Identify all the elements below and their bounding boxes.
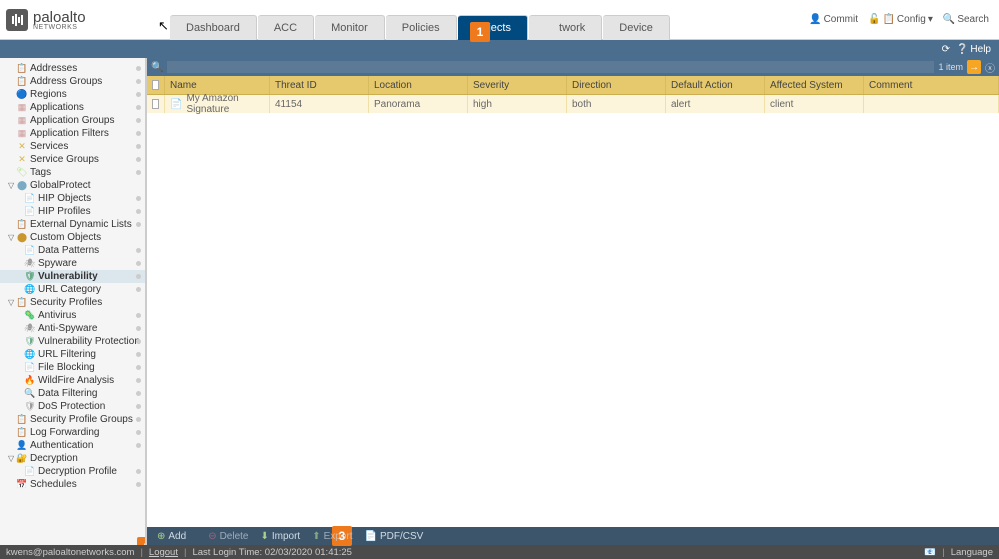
export-button[interactable]: ⬆Export bbox=[312, 531, 352, 542]
tree-item-log-forwarding[interactable]: 📋Log Forwarding bbox=[0, 426, 145, 439]
config-button[interactable]: 🔓📋Config▾ bbox=[868, 14, 933, 25]
tree-item-data-filtering[interactable]: 🔍Data Filtering bbox=[0, 387, 145, 400]
help-button[interactable]: ❔Help bbox=[956, 44, 991, 55]
tree-item-url-filtering[interactable]: 🌐URL Filtering bbox=[0, 348, 145, 361]
filter-input[interactable] bbox=[167, 61, 934, 73]
column-header-direction[interactable]: Direction bbox=[567, 76, 666, 94]
tab-dashboard[interactable]: Dashboard bbox=[170, 15, 257, 40]
cell: alert bbox=[666, 95, 765, 113]
tree-item-hip-objects[interactable]: 📄HIP Objects bbox=[0, 192, 145, 205]
column-header-comment[interactable]: Comment bbox=[864, 76, 999, 94]
status-bar: kwens@paloaltonetworks.com | Logout | La… bbox=[0, 545, 999, 559]
tree-item-authentication[interactable]: 👤Authentication bbox=[0, 439, 145, 452]
refresh-icon[interactable]: ⟳ bbox=[942, 44, 950, 55]
tree-item-service-groups[interactable]: ✕Service Groups bbox=[0, 153, 145, 166]
tree-item-anti-spyware[interactable]: 🕷Anti-Spyware bbox=[0, 322, 145, 335]
tree-item-services[interactable]: ✕Services bbox=[0, 140, 145, 153]
cell: 41154 bbox=[270, 95, 369, 113]
import-button[interactable]: ⬇Import bbox=[260, 531, 300, 542]
tree-item-wildfire-analysis[interactable]: 🔥WildFire Analysis bbox=[0, 374, 145, 387]
cell: client bbox=[765, 95, 864, 113]
tree-item-custom-objects[interactable]: ▽⬤Custom Objects bbox=[0, 231, 145, 244]
cell: 📄 My Amazon Signature bbox=[165, 95, 270, 113]
tree-item-globalprotect[interactable]: ▽⬤GlobalProtect bbox=[0, 179, 145, 192]
annotation-badge-1: 1 bbox=[470, 22, 490, 42]
table-row[interactable]: 📄 My Amazon Signature41154Panoramahighbo… bbox=[147, 95, 999, 113]
search-icon: 🔍 bbox=[151, 62, 163, 73]
column-header-name[interactable]: Name bbox=[165, 76, 270, 94]
tab-policies[interactable]: Policies bbox=[386, 15, 457, 40]
column-header-location[interactable]: Location bbox=[369, 76, 468, 94]
pdf-csv-button[interactable]: 📄PDF/CSV bbox=[365, 531, 424, 542]
tree-item-applications[interactable]: ▦Applications bbox=[0, 101, 145, 114]
filter-clear-icon[interactable]: ⓧ bbox=[985, 60, 995, 75]
tree-item-data-patterns[interactable]: 📄Data Patterns bbox=[0, 244, 145, 257]
tree-item-schedules[interactable]: 📅Schedules bbox=[0, 478, 145, 491]
tree-item-url-category[interactable]: 🌐URL Category bbox=[0, 283, 145, 296]
tree-item-spyware[interactable]: 🕷Spyware bbox=[0, 257, 145, 270]
status-login-time: Last Login Time: 02/03/2020 01:41:25 bbox=[192, 547, 352, 558]
tab-monitor[interactable]: Monitor bbox=[315, 15, 385, 40]
logout-link[interactable]: Logout bbox=[149, 547, 178, 558]
column-header-affected-system[interactable]: Affected System bbox=[765, 76, 864, 94]
tab-objects[interactable]: Objects bbox=[458, 15, 528, 40]
add-button[interactable]: ⊕Add bbox=[157, 531, 186, 542]
item-count: 1 item bbox=[938, 62, 963, 72]
column-header-default-action[interactable]: Default Action bbox=[666, 76, 765, 94]
cell: high bbox=[468, 95, 567, 113]
tree-item-decryption[interactable]: ▽🔐Decryption bbox=[0, 452, 145, 465]
tree-item-antivirus[interactable]: 🦠Antivirus bbox=[0, 309, 145, 322]
tree-item-file-blocking[interactable]: 📄File Blocking bbox=[0, 361, 145, 374]
tree-item-regions[interactable]: 🔵Regions bbox=[0, 88, 145, 101]
cell bbox=[864, 95, 999, 113]
tab-device[interactable]: Device bbox=[603, 15, 670, 40]
language-button[interactable]: Language bbox=[951, 547, 993, 558]
tree-item-vulnerability-protection[interactable]: 🛡Vulnerability Protection bbox=[0, 335, 145, 348]
tree-item-security-profile-groups[interactable]: 📋Security Profile Groups bbox=[0, 413, 145, 426]
filter-go-button[interactable]: → bbox=[967, 60, 981, 74]
tree-item-addresses[interactable]: 📋Addresses bbox=[0, 62, 145, 75]
search-button[interactable]: 🔍Search bbox=[943, 14, 989, 25]
tree-item-application-filters[interactable]: ▦Application Filters bbox=[0, 127, 145, 140]
data-grid: NameThreat IDLocationSeverityDirectionDe… bbox=[147, 76, 999, 527]
sidebar-tree[interactable]: 📋Addresses📋Address Groups🔵Regions▦Applic… bbox=[0, 58, 147, 545]
cell: both bbox=[567, 95, 666, 113]
status-user: kwens@paloaltonetworks.com bbox=[6, 547, 134, 558]
logo: paloaltoNETWORKS bbox=[0, 9, 170, 31]
tree-item-hip-profiles[interactable]: 📄HIP Profiles bbox=[0, 205, 145, 218]
tasks-icon[interactable]: 📧 bbox=[924, 547, 936, 558]
tree-item-tags[interactable]: 🏷Tags bbox=[0, 166, 145, 179]
tree-item-vulnerability[interactable]: 🛡Vulnerability2 bbox=[0, 270, 145, 283]
tree-item-dos-protection[interactable]: 🛡DoS Protection bbox=[0, 400, 145, 413]
tree-item-external-dynamic-lists[interactable]: 📋External Dynamic Lists bbox=[0, 218, 145, 231]
annotation-badge-2: 2 bbox=[137, 537, 147, 545]
column-header-threat-id[interactable]: Threat ID bbox=[270, 76, 369, 94]
tab-network[interactable]: Network bbox=[529, 15, 602, 40]
commit-button[interactable]: 👤Commit bbox=[809, 14, 858, 25]
tree-item-address-groups[interactable]: 📋Address Groups bbox=[0, 75, 145, 88]
cursor-icon: ↖ bbox=[158, 18, 169, 34]
cell: Panorama bbox=[369, 95, 468, 113]
tree-item-decryption-profile[interactable]: 📄Decryption Profile bbox=[0, 465, 145, 478]
filter-bar: 🔍 1 item → ⓧ bbox=[147, 58, 999, 76]
tab-acc[interactable]: ACC bbox=[258, 15, 314, 40]
delete-button[interactable]: ⊖Delete bbox=[208, 531, 248, 542]
column-header-severity[interactable]: Severity bbox=[468, 76, 567, 94]
bottom-toolbar: ⊕Add 3 ⊖Delete ⬇Import ⬆Export 📄PDF/CSV bbox=[147, 527, 999, 545]
tree-item-security-profiles[interactable]: ▽📋Security Profiles bbox=[0, 296, 145, 309]
select-all-checkbox[interactable] bbox=[147, 76, 165, 94]
logo-brand: paloalto bbox=[33, 9, 86, 26]
tree-item-application-groups[interactable]: ▦Application Groups bbox=[0, 114, 145, 127]
row-checkbox[interactable] bbox=[147, 95, 165, 113]
